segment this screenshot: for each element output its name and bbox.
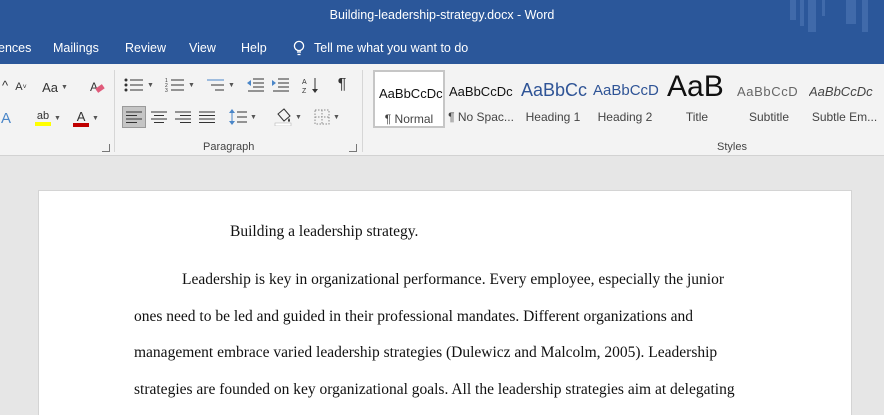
grow-font-button[interactable]: ^ [0, 74, 10, 96]
paragraph-group-label: Paragraph [203, 141, 255, 153]
font-dialog-launcher[interactable] [102, 144, 110, 152]
tell-me-text: Tell me what you want to do [314, 41, 469, 55]
highlight-color-button[interactable]: ab ▼ [32, 107, 64, 129]
tab-review[interactable]: Review [125, 41, 166, 55]
align-center-icon [151, 111, 167, 123]
numbering-icon: 1 2 3 [165, 78, 185, 92]
title-decoration [788, 0, 884, 32]
style-heading-1[interactable]: AaBbCc Heading 1 [517, 70, 589, 128]
multilevel-list-icon [207, 79, 225, 91]
styles-group-label: Styles [717, 141, 747, 153]
shading-button[interactable]: ▼ [270, 106, 306, 128]
style-no-spacing[interactable]: AaBbCcDc ¶ No Spac... [445, 70, 517, 128]
align-center-button[interactable] [147, 106, 171, 128]
numbering-button[interactable]: 1 2 3 ▼ [162, 74, 198, 96]
styles-gallery: AaBbCcDc ¶ Normal AaBbCcDc ¶ No Spac... … [370, 70, 884, 130]
borders-icon [314, 109, 330, 125]
document-line: strategies are founded on key organizati… [134, 381, 735, 398]
group-separator [114, 70, 115, 152]
window-title: Building-leadership-strategy.docx - Word [329, 8, 555, 22]
align-left-button[interactable] [122, 106, 146, 128]
lightbulb-icon [293, 40, 305, 56]
align-right-button[interactable] [171, 106, 195, 128]
change-case-button[interactable]: Aa ▼ [40, 76, 70, 98]
sort-icon: AZ [302, 78, 318, 94]
shrink-font-button[interactable]: A ˅ [12, 76, 30, 98]
style-normal[interactable]: AaBbCcDc ¶ Normal [373, 70, 445, 128]
align-right-icon [175, 111, 191, 123]
style-subtitle[interactable]: AaBbCcD Subtitle [733, 70, 805, 128]
tab-references[interactable]: ences [0, 41, 31, 55]
group-separator [362, 70, 363, 152]
style-subtle-emphasis[interactable]: AaBbCcDc Subtle Em... [805, 70, 884, 128]
text-effects-button[interactable]: A [0, 107, 12, 129]
svg-text:Z: Z [302, 88, 307, 94]
align-left-icon [126, 111, 142, 123]
document-line: management embrace varied leadership str… [134, 344, 718, 361]
ribbon-tabs: ences Mailings Review View Help Tell me … [0, 32, 884, 64]
decrease-indent-button[interactable] [245, 74, 267, 96]
increase-indent-button[interactable] [270, 74, 292, 96]
line-spacing-button[interactable]: ▼ [226, 106, 260, 128]
style-title[interactable]: AaB Title [661, 70, 733, 128]
sort-button[interactable]: AZ [300, 74, 322, 96]
svg-text:3: 3 [165, 88, 168, 92]
tab-help[interactable]: Help [241, 41, 267, 55]
decrease-indent-icon [247, 78, 264, 92]
show-formatting-button[interactable]: ¶ [331, 74, 353, 96]
line-spacing-icon [229, 109, 248, 125]
svg-text:A: A [302, 79, 307, 86]
svg-text:A: A [90, 80, 98, 94]
borders-button[interactable]: ▼ [310, 106, 344, 128]
pilcrow-icon: ¶ [337, 76, 347, 93]
document-page[interactable]: Building a leadership strategy. Leadersh… [38, 190, 852, 415]
paragraph-dialog-launcher[interactable] [349, 144, 357, 152]
highlight-icon: ab [36, 110, 50, 122]
ribbon: ^ A ˅ Aa ▼ A A ab ▼ A ▼ ▼ 1 2 3 ▼ ▼ A Z … [0, 64, 884, 156]
multilevel-list-button[interactable]: ▼ [203, 74, 237, 96]
font-color-button[interactable]: A ▼ [70, 107, 102, 129]
bullets-button[interactable]: ▼ [121, 74, 157, 96]
document-title: Building a leadership strategy. [230, 223, 419, 240]
style-heading-2[interactable]: AaBbCcD Heading 2 [589, 70, 661, 128]
document-line: Leadership is key in organizational perf… [182, 271, 725, 288]
eraser-icon: A [90, 80, 105, 94]
tab-view[interactable]: View [189, 41, 216, 55]
bullets-icon [124, 78, 144, 92]
clear-formatting-button[interactable]: A [86, 76, 108, 98]
increase-indent-icon [272, 78, 289, 92]
font-color-icon: A [76, 108, 86, 124]
tab-mailings[interactable]: Mailings [53, 41, 99, 55]
paint-bucket-icon [274, 108, 292, 126]
justify-button[interactable] [195, 106, 219, 128]
title-bar: Building-leadership-strategy.docx - Word [0, 0, 884, 32]
document-line: ones need to be led and guided in their … [134, 308, 693, 325]
tell-me-search[interactable]: Tell me what you want to do [292, 40, 468, 56]
justify-icon [199, 111, 215, 123]
